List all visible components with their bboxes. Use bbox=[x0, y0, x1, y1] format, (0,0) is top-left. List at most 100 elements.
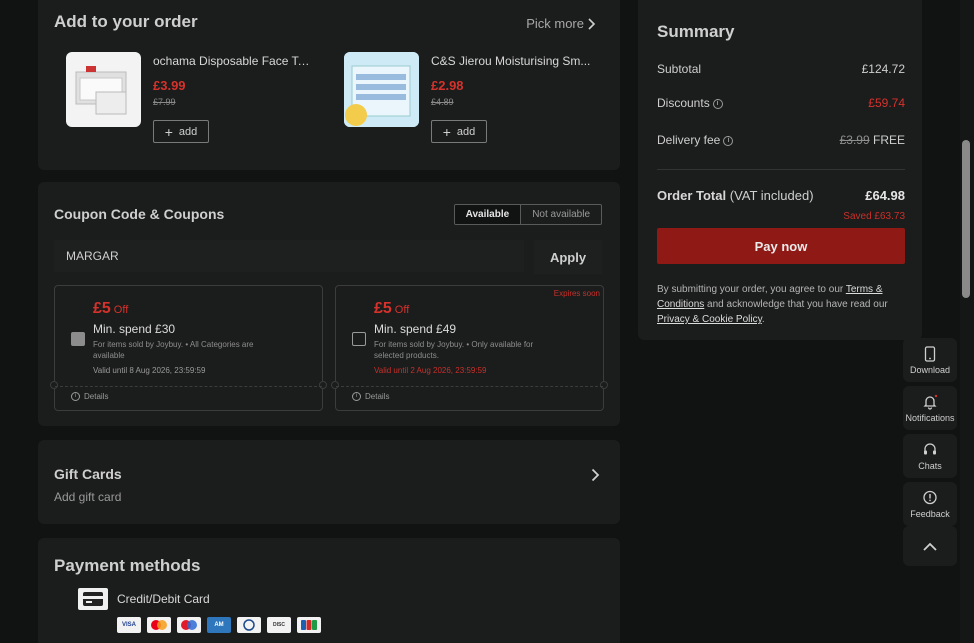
payment-methods-section: Payment methods Credit/Debit Card VISA A… bbox=[38, 538, 620, 643]
payment-methods-title: Payment methods bbox=[54, 556, 201, 575]
chevron-right-icon[interactable] bbox=[591, 468, 600, 482]
saved-amount: Saved £63.73 bbox=[843, 211, 905, 222]
subtotal-label: Subtotal bbox=[657, 62, 702, 76]
delivery-row: Delivery fee i £3.99 FREE bbox=[657, 133, 905, 147]
add-button[interactable]: + add bbox=[153, 120, 209, 143]
chats-button[interactable]: Chats bbox=[903, 434, 957, 478]
privacy-link[interactable]: Privacy & Cookie Policy bbox=[657, 314, 762, 325]
notifications-button[interactable]: Notifications bbox=[903, 386, 957, 430]
card-brands: VISA AM DISC bbox=[117, 617, 321, 633]
mastercard-icon bbox=[147, 617, 171, 633]
discounts-row: Discounts i £59.74 bbox=[657, 96, 905, 110]
chevron-right-icon bbox=[588, 17, 596, 30]
apply-button[interactable]: Apply bbox=[534, 240, 602, 274]
scrollbar-thumb[interactable] bbox=[962, 140, 970, 298]
coupon-code-input[interactable]: MARGAR bbox=[54, 240, 524, 272]
coupon-details-label: Details bbox=[84, 392, 109, 401]
pick-more-link[interactable]: Pick more bbox=[526, 16, 596, 31]
coupon-notch bbox=[331, 381, 339, 389]
diners-icon bbox=[237, 617, 261, 633]
add-gift-card-link[interactable]: Add gift card bbox=[54, 490, 121, 504]
info-icon: i bbox=[71, 392, 80, 401]
product-old-price: £7.99 bbox=[153, 97, 176, 107]
coupon-details-label: Details bbox=[365, 392, 390, 401]
subtotal-value: £124.72 bbox=[861, 62, 905, 76]
credit-debit-card-label[interactable]: Credit/Debit Card bbox=[117, 592, 210, 606]
vat-note: (VAT included) bbox=[729, 188, 814, 203]
plus-icon: + bbox=[442, 123, 451, 140]
pick-more-label: Pick more bbox=[526, 16, 584, 31]
discover-icon: DISC bbox=[267, 617, 291, 633]
add-button-label: add bbox=[178, 125, 198, 138]
coupon-checkbox[interactable] bbox=[71, 332, 85, 346]
scroll-to-top-button[interactable] bbox=[903, 526, 957, 566]
tab-not-available[interactable]: Not available bbox=[520, 205, 601, 224]
coupon-details-link[interactable]: i Details bbox=[352, 392, 389, 401]
order-total-value: £64.98 bbox=[865, 188, 905, 203]
jcb-icon bbox=[297, 617, 321, 633]
coupon-title: Coupon Code & Coupons bbox=[54, 206, 225, 222]
delivery-old-price: £3.99 bbox=[839, 133, 870, 147]
delivery-value: FREE bbox=[872, 133, 905, 147]
coupon-description: For items sold by Joybuy. • Only availab… bbox=[374, 340, 534, 360]
feedback-button[interactable]: Feedback bbox=[903, 482, 957, 526]
legal-text: By submitting your order, you agree to o… bbox=[657, 284, 888, 325]
info-icon[interactable]: i bbox=[712, 98, 723, 109]
order-total-row: Order Total (VAT included) £64.98 bbox=[657, 188, 905, 203]
coupon-details-link[interactable]: i Details bbox=[71, 392, 108, 401]
info-icon: i bbox=[352, 392, 361, 401]
amex-icon: AM bbox=[207, 617, 231, 633]
pay-now-button[interactable]: Pay now bbox=[657, 228, 905, 264]
chats-label: Chats bbox=[918, 460, 942, 471]
coupon-amount: £5 Off bbox=[374, 300, 410, 317]
coupon-section: Coupon Code & Coupons Available Not avai… bbox=[38, 182, 620, 426]
product-card[interactable]: C&S Jierou Moisturising Sm... £2.98 £4.8… bbox=[344, 52, 604, 144]
chevron-up-icon bbox=[923, 542, 937, 551]
coupon-description: For items sold by Joybuy. • All Categori… bbox=[93, 340, 254, 360]
product-image[interactable] bbox=[344, 52, 419, 127]
bell-icon bbox=[923, 394, 938, 410]
maestro-icon bbox=[177, 617, 201, 633]
product-card[interactable]: ochama Disposable Face To... £3.99 £7.99… bbox=[66, 52, 326, 144]
product-name[interactable]: ochama Disposable Face To... bbox=[153, 54, 313, 68]
coupon-card[interactable]: Expires soon £5 Off Min. spend £49 For it… bbox=[331, 285, 608, 411]
scrollbar-track[interactable] bbox=[960, 0, 974, 643]
order-summary: Summary Subtotal £124.72 Discounts i £59.… bbox=[638, 0, 922, 340]
plus-icon: + bbox=[164, 123, 173, 140]
delivery-label: Delivery fee bbox=[657, 133, 721, 147]
add-button-label: add bbox=[456, 125, 476, 138]
product-image[interactable] bbox=[66, 52, 141, 127]
product-name[interactable]: C&S Jierou Moisturising Sm... bbox=[431, 54, 591, 68]
product-old-price: £4.89 bbox=[431, 97, 454, 107]
summary-divider bbox=[657, 169, 905, 170]
discounts-label: Discounts bbox=[657, 96, 710, 110]
phone-icon bbox=[924, 345, 936, 362]
coupon-divider bbox=[55, 386, 322, 387]
coupon-card[interactable]: £5 Off Min. spend £30 For items sold by J… bbox=[50, 285, 327, 411]
credit-card-icon[interactable] bbox=[78, 588, 108, 610]
add-button[interactable]: + add bbox=[431, 120, 487, 143]
discounts-value: £59.74 bbox=[868, 96, 905, 110]
summary-title: Summary bbox=[657, 22, 735, 41]
gift-cards-section[interactable]: Gift Cards Add gift card bbox=[38, 440, 620, 524]
visa-icon: VISA bbox=[117, 617, 141, 633]
feedback-label: Feedback bbox=[910, 508, 950, 519]
order-total-label: Order Total bbox=[657, 188, 727, 203]
download-button[interactable]: Download bbox=[903, 338, 957, 382]
product-price: £2.98 bbox=[431, 78, 464, 93]
coupon-validity: Valid until 2 Aug 2026, 23:59:59 bbox=[374, 366, 487, 375]
download-label: Download bbox=[909, 364, 951, 375]
coupon-notch bbox=[50, 381, 58, 389]
coupon-amount: £5 Off bbox=[93, 300, 129, 317]
subtotal-row: Subtotal £124.72 bbox=[657, 62, 905, 76]
add-to-order-title: Add to your order bbox=[54, 12, 198, 31]
coupon-condition: Min. spend £30 bbox=[93, 322, 176, 336]
tab-available[interactable]: Available bbox=[454, 205, 521, 224]
coupon-availability-toggle: Available Not available bbox=[453, 204, 602, 225]
info-icon[interactable]: i bbox=[723, 135, 734, 146]
gift-cards-title: Gift Cards bbox=[54, 466, 122, 482]
coupon-checkbox[interactable] bbox=[352, 332, 366, 346]
coupon-notch bbox=[600, 381, 608, 389]
add-to-order-section: Add to your order Pick more ochama Dispo… bbox=[38, 0, 620, 170]
coupon-notch bbox=[319, 381, 327, 389]
